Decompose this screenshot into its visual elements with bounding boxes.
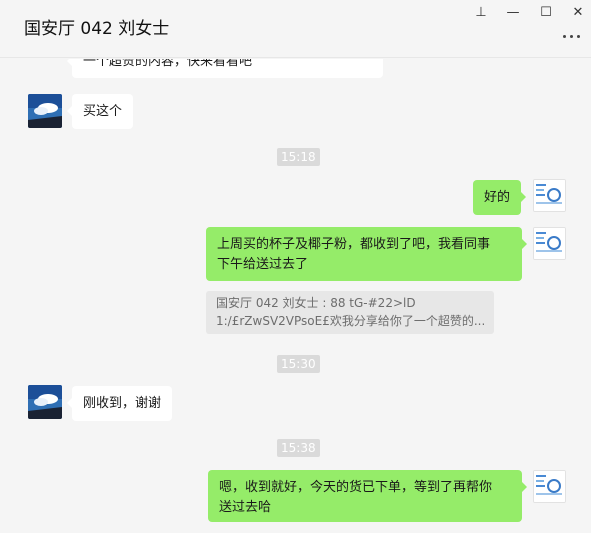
- message-bubble[interactable]: 好的: [473, 180, 527, 215]
- timestamp: 15:18: [277, 148, 320, 166]
- quoted-message[interactable]: 国安厅 042 刘女士 : 88 tG-#22>lD 1:/£rZwSV2VPs…: [206, 291, 494, 334]
- contact-avatar[interactable]: [28, 94, 62, 128]
- message-bubble[interactable]: 上周买的杯子及椰子粉，都收到了吧，我看同事 下午给送过去了: [206, 227, 527, 281]
- message-bubble[interactable]: 刚收到，谢谢: [66, 386, 173, 421]
- message-text-line: 上周买的杯子及椰子粉，都收到了吧，我看同事: [217, 237, 491, 252]
- pin-icon[interactable]: ⊥: [468, 2, 494, 22]
- message-text-line: 下午给送过去了: [217, 257, 309, 272]
- self-avatar[interactable]: [533, 179, 566, 212]
- message-list[interactable]: 一个超赞的内容，快来看看吧 买这个 15:18 好的 上周买的杯子及椰子粉，都收…: [0, 59, 591, 533]
- timestamp: 15:30: [277, 355, 320, 373]
- message-text: 一个超赞的内容，快来看看吧: [83, 59, 253, 69]
- message-bubble[interactable]: 买这个: [66, 94, 134, 129]
- message-text: 买这个: [83, 104, 123, 119]
- maximize-icon[interactable]: ☐: [533, 2, 559, 22]
- title-bar: 国安厅 042 刘女士 ⊥ — ☐ ✕: [0, 0, 591, 58]
- message-text-line: 嗯，收到就好，今天的货已下单，等到了再帮你: [219, 480, 493, 495]
- self-avatar-image: [534, 180, 565, 211]
- message-bubble[interactable]: 嗯，收到就好，今天的货已下单，等到了再帮你 送过去哈: [208, 470, 527, 522]
- contact-avatar[interactable]: [28, 385, 62, 419]
- chat-title: 国安厅 042 刘女士: [24, 19, 170, 39]
- close-icon[interactable]: ✕: [565, 2, 591, 22]
- timestamp: 15:38: [277, 439, 320, 457]
- contact-avatar-image: [28, 385, 62, 419]
- message-text-line: 送过去哈: [219, 500, 272, 515]
- self-avatar-image: [534, 228, 565, 259]
- self-avatar-image: [534, 471, 565, 502]
- message-bubble[interactable]: 一个超赞的内容，快来看看吧: [67, 59, 383, 78]
- quoted-text-line: 1:/£rZwSV2VPsoE£欢我分享给你了一个超赞的...: [216, 314, 484, 328]
- more-icon[interactable]: [563, 30, 583, 42]
- minimize-icon[interactable]: —: [500, 2, 526, 22]
- self-avatar[interactable]: [533, 227, 566, 260]
- quoted-text-line: 国安厅 042 刘女士 : 88 tG-#22>lD: [216, 296, 416, 310]
- message-text: 刚收到，谢谢: [83, 396, 162, 411]
- self-avatar[interactable]: [533, 470, 566, 503]
- message-text: 好的: [484, 190, 511, 205]
- contact-avatar-image: [28, 94, 62, 128]
